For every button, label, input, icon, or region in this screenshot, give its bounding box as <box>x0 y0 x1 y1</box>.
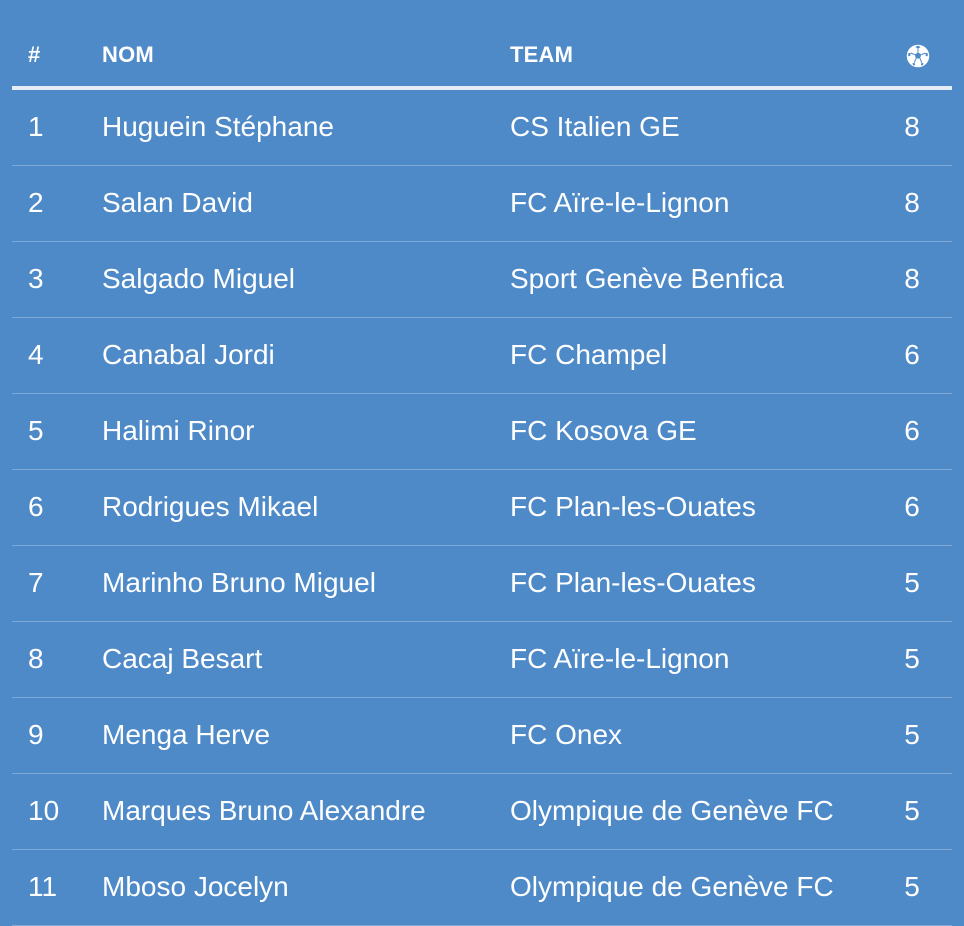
rank-cell: 8 <box>28 643 44 674</box>
table-row[interactable]: 8 Cacaj Besart FC Aïre-le-Lignon 5 <box>12 622 952 698</box>
goals-cell: 8 <box>904 263 920 294</box>
goals-cell: 5 <box>904 719 920 750</box>
table-body: 1 Huguein Stéphane CS Italien GE 8 2 Sal… <box>12 90 952 926</box>
player-name-cell[interactable]: Mboso Jocelyn <box>102 872 289 902</box>
rank-cell: 4 <box>28 339 44 370</box>
goals-cell: 5 <box>904 795 920 826</box>
table-row[interactable]: 2 Salan David FC Aïre-le-Lignon 8 <box>12 166 952 242</box>
player-name-cell[interactable]: Salan David <box>102 188 253 218</box>
rank-cell: 3 <box>28 263 44 294</box>
player-name-cell[interactable]: Cacaj Besart <box>102 644 262 674</box>
team-cell[interactable]: FC Plan-les-Ouates <box>510 568 756 598</box>
scorers-table: # NOM TEAM 1 Huguein Stéphane CS Italien… <box>12 20 952 926</box>
rank-cell: 7 <box>28 567 44 598</box>
rank-cell: 10 <box>28 795 60 826</box>
rank-cell: 11 <box>28 871 58 902</box>
goals-cell: 6 <box>904 415 920 446</box>
goals-cell: 5 <box>904 871 920 902</box>
team-cell[interactable]: FC Onex <box>510 720 622 750</box>
table-row[interactable]: 7 Marinho Bruno Miguel FC Plan-les-Ouate… <box>12 546 952 622</box>
table-row[interactable]: 11 Mboso Jocelyn Olympique de Genève FC … <box>12 850 952 926</box>
soccer-ball-icon <box>906 44 930 68</box>
rank-cell: 1 <box>28 111 44 142</box>
header-rank[interactable]: # <box>28 42 40 68</box>
rank-cell: 5 <box>28 415 44 446</box>
goals-cell: 6 <box>904 491 920 522</box>
team-cell[interactable]: FC Champel <box>510 340 667 370</box>
table-row[interactable]: 10 Marques Bruno Alexandre Olympique de … <box>12 774 952 850</box>
rank-cell: 6 <box>28 491 44 522</box>
table-header: # NOM TEAM <box>12 20 952 90</box>
player-name-cell[interactable]: Rodrigues Mikael <box>102 492 318 522</box>
table-row[interactable]: 6 Rodrigues Mikael FC Plan-les-Ouates 6 <box>12 470 952 546</box>
table-row[interactable]: 3 Salgado Miguel Sport Genève Benfica 8 <box>12 242 952 318</box>
header-name[interactable]: NOM <box>102 42 154 68</box>
team-cell[interactable]: Sport Genève Benfica <box>510 264 784 294</box>
goals-cell: 6 <box>904 339 920 370</box>
team-cell[interactable]: FC Aïre-le-Lignon <box>510 188 729 218</box>
header-team[interactable]: TEAM <box>510 42 573 68</box>
table-row[interactable]: 5 Halimi Rinor FC Kosova GE 6 <box>12 394 952 470</box>
table-row[interactable]: 4 Canabal Jordi FC Champel 6 <box>12 318 952 394</box>
player-name-cell[interactable]: Huguein Stéphane <box>102 112 334 142</box>
goals-cell: 8 <box>904 187 920 218</box>
team-cell[interactable]: FC Plan-les-Ouates <box>510 492 756 522</box>
team-cell[interactable]: FC Aïre-le-Lignon <box>510 644 729 674</box>
header-goals[interactable] <box>904 44 932 74</box>
player-name-cell[interactable]: Canabal Jordi <box>102 340 275 370</box>
team-cell[interactable]: Olympique de Genève FC <box>510 796 834 826</box>
player-name-cell[interactable]: Marques Bruno Alexandre <box>102 796 426 826</box>
team-cell[interactable]: FC Kosova GE <box>510 416 697 446</box>
goals-cell: 5 <box>904 643 920 674</box>
table-row[interactable]: 1 Huguein Stéphane CS Italien GE 8 <box>12 90 952 166</box>
rank-cell: 9 <box>28 719 44 750</box>
player-name-cell[interactable]: Menga Herve <box>102 720 270 750</box>
team-cell[interactable]: Olympique de Genève FC <box>510 872 834 902</box>
team-cell[interactable]: CS Italien GE <box>510 112 680 142</box>
goals-cell: 8 <box>904 111 920 142</box>
player-name-cell[interactable]: Marinho Bruno Miguel <box>102 568 376 598</box>
rank-cell: 2 <box>28 187 44 218</box>
table-row[interactable]: 9 Menga Herve FC Onex 5 <box>12 698 952 774</box>
player-name-cell[interactable]: Salgado Miguel <box>102 264 295 294</box>
player-name-cell[interactable]: Halimi Rinor <box>102 416 254 446</box>
goals-cell: 5 <box>904 567 920 598</box>
